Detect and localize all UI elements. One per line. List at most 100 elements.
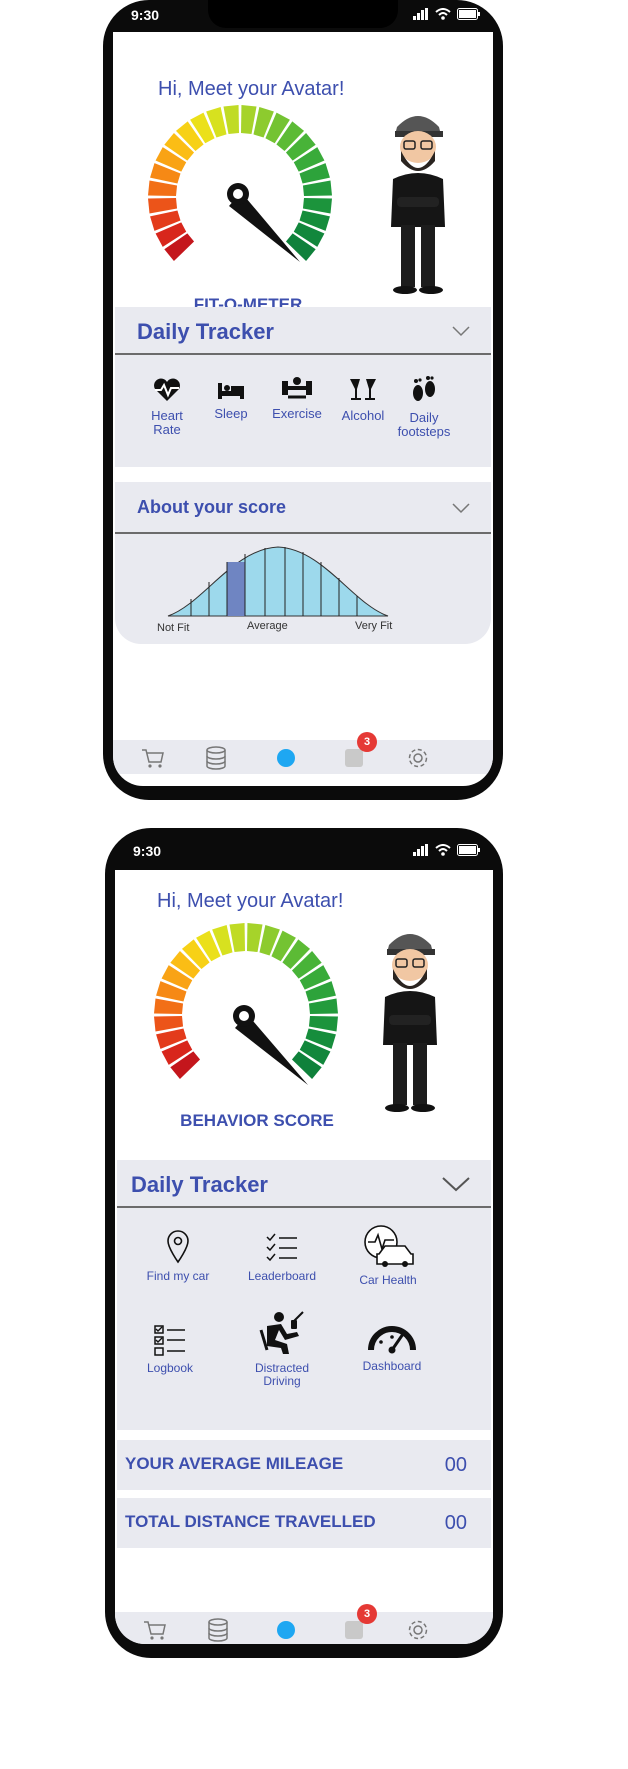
average-mileage-row: YOUR AVERAGE MILEAGE 00: [117, 1440, 491, 1490]
tracker-item-label: Distracted Driving: [254, 1361, 310, 1389]
tracker-item-car-health[interactable]: Car Health: [343, 1224, 433, 1287]
gauge-segments: [154, 923, 338, 1080]
gauge-segment: [308, 998, 338, 1014]
dumbbell-icon: [282, 377, 312, 399]
tracker-item-label: Sleep: [214, 406, 248, 421]
nav-settings[interactable]: [403, 1616, 433, 1644]
total-distance-label: TOTAL DISTANCE TRAVELLED: [125, 1512, 376, 1531]
notification-badge: 3: [357, 732, 377, 752]
tracker-item-heart-rate[interactable]: Heart Rate: [137, 377, 197, 438]
gauge-needle: [233, 1005, 308, 1085]
tracker-item-label: Alcohol: [341, 408, 385, 423]
home-dot-icon: [277, 749, 295, 767]
daily-tracker-title: Daily Tracker: [131, 1172, 268, 1197]
score-label-very-fit: Very Fit: [355, 620, 393, 632]
gauge-segment: [223, 105, 239, 135]
tracker-item-leaderboard[interactable]: Leaderboard: [239, 1232, 325, 1283]
nav-settings[interactable]: [403, 744, 433, 772]
fit-o-meter-gauge: [148, 105, 332, 262]
about-score-title: About your score: [137, 497, 287, 517]
nav-coins[interactable]: [203, 1616, 233, 1644]
gauge-segment: [302, 198, 332, 214]
cart-icon: [144, 1621, 166, 1640]
daily-tracker-panel: Daily Tracker Heart Rate Sleep Exercise …: [115, 307, 491, 467]
wifi-icon: [435, 8, 451, 20]
tracker-item-label: Heart Rate: [151, 408, 183, 438]
tracker-item-label: Leaderboard: [247, 1269, 317, 1283]
daily-tracker-title: Daily Tracker: [137, 319, 274, 344]
phone-frame-1: 9:30 Hi, Meet your Avatar! FIT-O-METER D…: [103, 0, 503, 800]
nav-home[interactable]: [271, 1616, 301, 1644]
tracker-item-dashboard[interactable]: Dashboard: [347, 1320, 437, 1373]
gauge-segment: [241, 105, 257, 135]
gauge-segment: [302, 180, 332, 196]
nav-cart[interactable]: [140, 1616, 170, 1644]
screen-2: Hi, Meet your Avatar! BEHAVIOR SCORE Dai…: [115, 870, 493, 1644]
status-bar: 9:30: [103, 0, 503, 32]
battery-icon: [457, 844, 480, 856]
daily-tracker-header[interactable]: Daily Tracker: [117, 1160, 491, 1208]
daily-tracker-header[interactable]: Daily Tracker: [115, 307, 491, 355]
status-icons: [413, 844, 481, 856]
behavior-score-gauge: [154, 923, 338, 1085]
status-time: 9:30: [131, 7, 160, 23]
tracker-item-alcohol[interactable]: Alcohol: [331, 375, 395, 423]
distribution-curve: [167, 546, 389, 617]
gear-icon: [408, 1620, 428, 1640]
tracker-item-find-my-car[interactable]: Find my car: [135, 1230, 221, 1283]
score-label-not-fit: Not Fit: [157, 622, 190, 634]
total-distance-value: 00: [444, 1512, 467, 1534]
nav-cart[interactable]: [138, 744, 168, 772]
about-score-header[interactable]: About your score: [115, 482, 491, 534]
distracted-driver-icon: [259, 1311, 304, 1354]
gauge-segment: [308, 1016, 338, 1032]
bottom-nav: 3: [115, 1604, 493, 1644]
battery-icon: [457, 8, 480, 20]
footprints-icon: [413, 376, 435, 401]
bed-icon: [218, 383, 244, 399]
avatar-image: [383, 934, 437, 1112]
avatar-image: [391, 116, 445, 294]
tracker-item-sleep[interactable]: Sleep: [201, 377, 261, 421]
tracker-item-footsteps[interactable]: Daily footsteps: [391, 375, 457, 440]
score-label-average: Average: [247, 620, 288, 632]
heart-rate-icon: [154, 378, 180, 401]
score-distribution-panel: Not Fit Average Very Fit: [115, 534, 491, 644]
tracker-item-label: Daily footsteps: [397, 410, 451, 440]
chevron-down-icon[interactable]: [451, 502, 471, 514]
chevron-down-icon[interactable]: [441, 1176, 471, 1192]
total-distance-row: TOTAL DISTANCE TRAVELLED 00: [117, 1498, 491, 1548]
status-time: 9:30: [133, 843, 162, 859]
tracker-item-logbook[interactable]: Logbook: [127, 1324, 213, 1375]
tracker-item-label: Dashboard: [362, 1359, 422, 1373]
tracker-item-label: Logbook: [146, 1361, 194, 1375]
nav-notifications[interactable]: 3: [339, 1604, 377, 1644]
notification-icon: [345, 1621, 363, 1639]
notification-badge: 3: [357, 1604, 377, 1624]
chevron-down-icon[interactable]: [451, 325, 471, 337]
nav-home[interactable]: [271, 744, 301, 772]
cheers-icon: [350, 379, 376, 400]
coins-stack-icon: [208, 1618, 228, 1642]
gauge-segment: [154, 998, 184, 1014]
signal-icon: [413, 844, 428, 856]
tracker-item-distracted-driving[interactable]: Distracted Driving: [237, 1310, 327, 1388]
gauge-segments: [148, 105, 332, 262]
home-dot-icon: [277, 1621, 295, 1639]
status-icons: [413, 8, 481, 20]
location-pin-icon: [167, 1230, 189, 1264]
gauge-segment: [229, 923, 245, 953]
logbook-icon: [154, 1325, 185, 1356]
status-bar: 9:30: [105, 836, 503, 868]
signal-icon: [413, 8, 428, 20]
tracker-item-exercise[interactable]: Exercise: [265, 375, 329, 421]
cart-icon: [142, 749, 164, 768]
notification-icon: [345, 749, 363, 767]
nav-coins[interactable]: [201, 744, 231, 772]
greeting-text: Hi, Meet your Avatar!: [158, 78, 345, 100]
nav-notifications[interactable]: 3: [339, 732, 377, 772]
average-mileage-label: YOUR AVERAGE MILEAGE: [125, 1454, 344, 1473]
average-mileage-value: 00: [444, 1454, 467, 1476]
car-health-icon: [364, 1225, 414, 1267]
bottom-nav: 3: [113, 732, 493, 774]
